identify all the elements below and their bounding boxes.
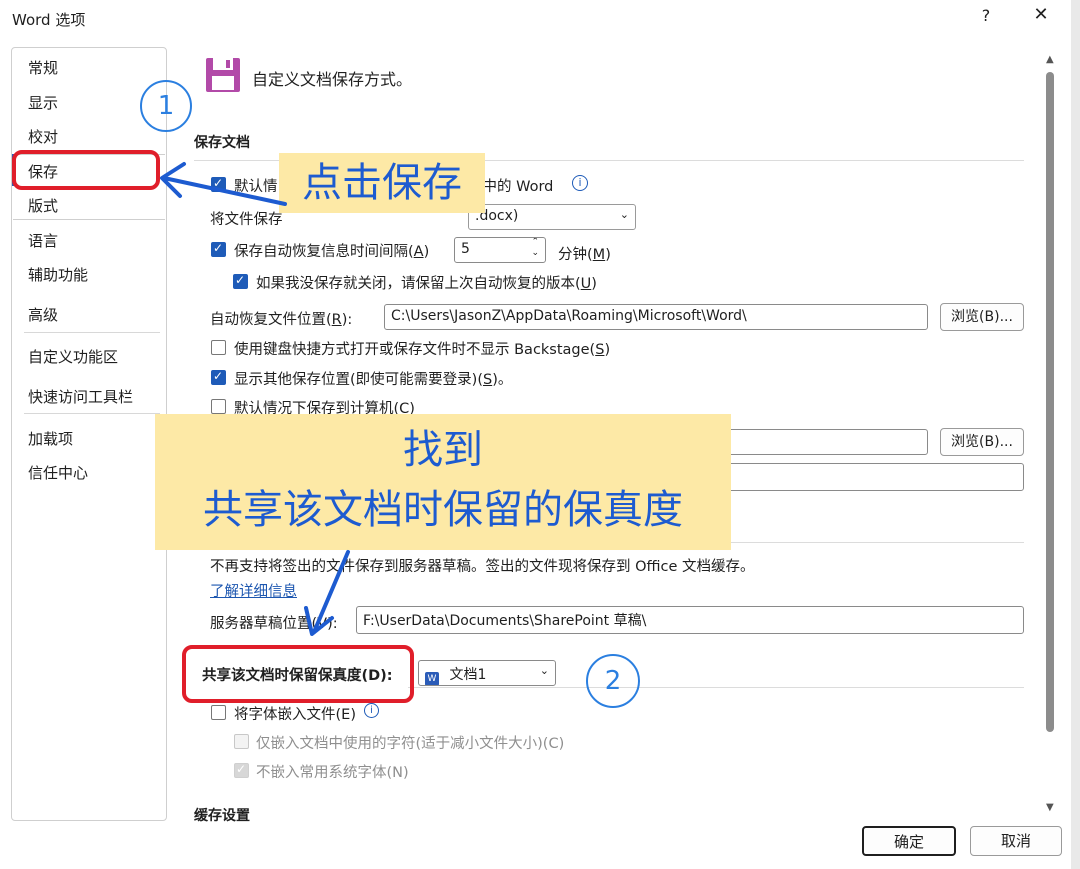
section-title-cache: 缓存设置 — [194, 808, 250, 824]
no-common-fonts-checkbox[interactable] — [234, 762, 249, 778]
section-divider — [408, 687, 1024, 688]
fidelity-document-value: 文档1 — [449, 667, 487, 683]
browse-button-2[interactable]: 浏览(B)... — [940, 428, 1024, 456]
autorecover-checkbox[interactable] — [211, 241, 226, 257]
nav-item-quick-access-toolbar[interactable]: 快速访问工具栏 — [28, 386, 133, 407]
spinner-arrows-icon[interactable]: ⌃ ⌄ — [531, 238, 539, 259]
nav-item-display[interactable]: 显示 — [28, 92, 58, 113]
autorecover-minutes-value: 5 — [461, 241, 470, 257]
nav-item-customize-ribbon[interactable]: 自定义功能区 — [28, 346, 118, 367]
word-document-icon: W — [425, 672, 439, 685]
section-title-save-documents: 保存文档 — [194, 135, 250, 151]
scroll-thumb[interactable] — [1046, 72, 1054, 732]
chevron-down-icon: ⌄ — [619, 208, 629, 221]
keep-last-version-label: 如果我没保存就关闭，请保留上次自动恢复的版本(U) — [256, 276, 597, 292]
embed-used-chars-checkbox[interactable] — [234, 734, 249, 749]
nav-separator — [24, 332, 160, 333]
nav-item-advanced[interactable]: 高级 — [28, 304, 58, 325]
learn-more-link[interactable]: 了解详细信息 — [210, 580, 297, 601]
background-window-edge — [1071, 0, 1080, 869]
nav-item-layout[interactable]: 版式 — [28, 195, 58, 216]
browse-button[interactable]: 浏览(B)... — [940, 303, 1024, 331]
no-common-fonts-label: 不嵌入常用系统字体(N) — [256, 765, 409, 781]
arrow-to-save-icon — [160, 162, 287, 206]
embed-used-chars-label: 仅嵌入文档中使用的字符(适于减小文件大小)(C) — [256, 736, 565, 752]
nav-item-addins[interactable]: 加载项 — [28, 428, 73, 449]
no-backstage-checkbox[interactable] — [211, 340, 226, 355]
page-title: 自定义文档保存方式。 — [252, 70, 413, 89]
save-to-computer-checkbox[interactable] — [211, 399, 226, 414]
server-drafts-input[interactable]: F:\UserData\Documents\SharePoint 草稿\ — [356, 606, 1024, 634]
show-other-locations-label: 显示其他保存位置(即使可能需要登录)(S)。 — [234, 372, 513, 388]
nav-item-language[interactable]: 语言 — [28, 230, 58, 251]
vertical-scrollbar[interactable]: ▲ ▼ — [1044, 54, 1058, 818]
autorecover-minutes-stepper[interactable]: 5 ⌃ ⌄ — [454, 237, 546, 263]
arrow-to-fidelity-icon — [304, 550, 350, 636]
minutes-label: 分钟(M) — [558, 247, 611, 263]
save-format-select[interactable]: .docx) ⌄ — [468, 204, 636, 230]
nav-separator — [24, 413, 160, 414]
annotation-find-fidelity: 找到 共享该文档时保留的保真度 — [155, 414, 731, 550]
close-icon[interactable]: ✕ — [1030, 4, 1052, 25]
annotation-click-save: 点击保存 — [279, 153, 485, 213]
autorecover-label: 保存自动恢复信息时间间隔(A) — [234, 244, 430, 260]
ok-button[interactable]: 确定 — [862, 826, 956, 856]
nav-item-trust-center[interactable]: 信任中心 — [28, 462, 88, 483]
autorecover-location-input[interactable]: C:\Users\JasonZ\AppData\Roaming\Microsof… — [384, 304, 928, 330]
server-drafts-note: 不再支持将签出的文件保存到服务器草稿。签出的文件现将保存到 Office 文档缓… — [210, 559, 755, 575]
annotation-line-find: 找到 — [403, 427, 483, 473]
fidelity-document-select[interactable]: W 文档1 ⌄ — [418, 660, 556, 686]
scroll-up-icon[interactable]: ▲ — [1046, 54, 1054, 65]
show-other-locations-checkbox[interactable] — [211, 369, 226, 385]
window-title: Word 选项 — [12, 11, 86, 29]
nav-item-proofing[interactable]: 校对 — [28, 126, 58, 147]
cancel-button[interactable]: 取消 — [970, 826, 1062, 856]
annotation-line-fidelity: 共享该文档时保留的保真度 — [203, 487, 683, 533]
personal-templates-input[interactable] — [728, 463, 1024, 491]
default-local-location-input[interactable] — [728, 429, 928, 455]
info-icon[interactable]: i — [364, 703, 379, 718]
autorecover-location-label: 自动恢复文件位置(R): — [210, 312, 353, 328]
keep-last-version-checkbox[interactable] — [233, 273, 248, 289]
embed-fonts-label: 将字体嵌入文件(E) — [234, 707, 356, 723]
info-icon[interactable]: i — [572, 175, 588, 191]
no-backstage-label: 使用键盘快捷方式打开或保存文件时不显示 Backstage(S) — [234, 342, 611, 358]
scroll-down-icon[interactable]: ▼ — [1046, 802, 1054, 813]
nav-item-accessibility[interactable]: 辅助功能 — [28, 264, 88, 285]
step-2-marker: 2 — [586, 654, 640, 708]
title-bar: Word 选项 ? ✕ — [0, 0, 1080, 36]
step-1-marker: 1 — [140, 80, 192, 132]
nav-item-general[interactable]: 常规 — [28, 57, 58, 78]
help-icon[interactable]: ? — [976, 6, 996, 25]
highlight-save-nav — [12, 150, 160, 190]
embed-fonts-checkbox[interactable] — [211, 705, 226, 720]
save-disk-icon — [206, 58, 240, 92]
chevron-down-icon: ⌄ — [539, 664, 549, 677]
highlight-fidelity-label — [182, 645, 414, 703]
